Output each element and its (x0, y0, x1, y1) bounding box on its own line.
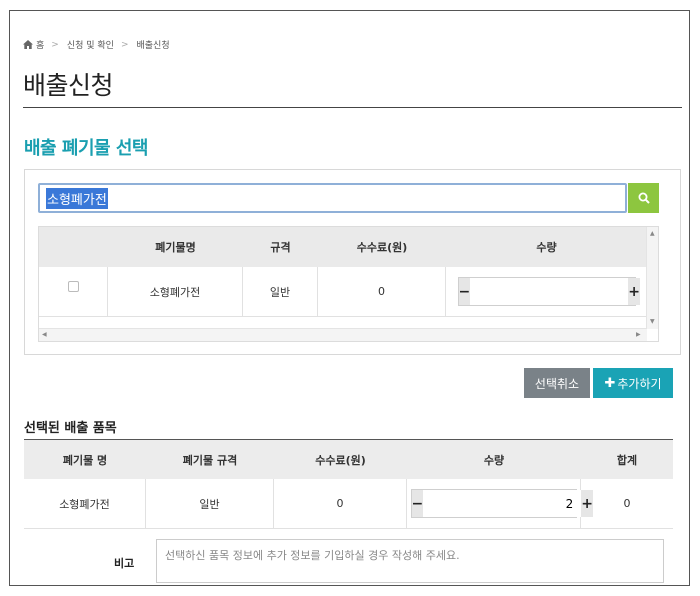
decrease-button[interactable]: − (411, 490, 424, 517)
header-total: 합계 (616, 453, 638, 467)
header-waste-spec: 폐기물 규격 (182, 453, 238, 467)
plus-icon: ✚ (604, 375, 616, 391)
home-icon[interactable] (23, 40, 33, 49)
remarks-textarea[interactable] (156, 539, 664, 583)
remarks-label: 비고 (114, 557, 135, 570)
chevron-right-icon: > (120, 39, 129, 50)
selected-items-title: 선택된 배출 품목 (24, 421, 117, 436)
decrease-button[interactable]: − (458, 278, 471, 305)
page-frame: 홈 > 신청 및 확인 > 배출신청 배출신청 배출 폐기물 선택 소형폐가전 … (9, 10, 690, 586)
header-spec: 규격 (270, 241, 291, 254)
search-button[interactable] (628, 183, 659, 213)
table-row: 소형폐가전 일반 0 − + 0 (24, 479, 673, 529)
header-quantity: 수량 (536, 241, 557, 254)
selected-items-table: 폐기물 명 폐기물 규격 수수료(원) 수량 합계 소형폐가전 일반 0 − +… (24, 439, 673, 529)
chevron-right-icon: > (51, 39, 59, 50)
header-waste-name: 폐기물 명 (62, 453, 108, 467)
scroll-down-icon[interactable]: ▼ (650, 318, 655, 325)
header-fee: 수수료(원) (356, 241, 408, 254)
breadcrumb: 홈 > 신청 및 확인 > 배출신청 (23, 38, 170, 51)
row-fee: 0 (318, 267, 446, 316)
waste-grid-header: 폐기물명 규격 수수료(원) 수량 (39, 227, 647, 267)
search-input[interactable]: 소형폐가전 (38, 183, 627, 213)
row-spec: 일반 (146, 479, 274, 528)
scroll-left-icon[interactable]: ◀ (42, 331, 47, 338)
breadcrumb-item-apply[interactable]: 신청 및 확인 (67, 38, 114, 51)
row-spec: 일반 (243, 267, 318, 316)
quantity-stepper: − + (457, 277, 640, 306)
row-total: 0 (623, 497, 631, 510)
add-button-label: 추가하기 (617, 376, 662, 391)
deselect-button[interactable]: 선택취소 (524, 368, 590, 398)
row-fee: 0 (274, 479, 407, 528)
increase-button[interactable]: + (628, 278, 640, 305)
search-input-value: 소형폐가전 (46, 187, 108, 209)
selected-table-header: 폐기물 명 폐기물 규격 수수료(원) 수량 합계 (24, 439, 673, 479)
scroll-right-icon[interactable]: ▶ (636, 331, 641, 338)
header-checkbox-column (39, 227, 108, 267)
quantity-input[interactable] (423, 490, 582, 517)
add-button[interactable]: ✚ 추가하기 (593, 368, 673, 398)
scroll-up-icon[interactable]: ▲ (650, 230, 655, 237)
breadcrumb-home[interactable]: 홈 (36, 38, 44, 51)
quantity-stepper: − + (410, 489, 593, 518)
header-quantity: 수량 (483, 453, 505, 467)
breadcrumb-item-current: 배출신청 (136, 41, 170, 51)
divider (23, 107, 682, 108)
quantity-input[interactable] (470, 278, 629, 305)
page-title: 배출신청 (23, 71, 114, 100)
section-title-waste-select: 배출 폐기물 선택 (24, 138, 148, 159)
search-icon (638, 192, 650, 204)
horizontal-scrollbar[interactable]: ◀ ▶ (39, 328, 647, 341)
header-waste-name: 폐기물명 (155, 241, 196, 254)
waste-grid: 폐기물명 규격 수수료(원) 수량 소형폐가전 일반 0 − + ▲ ▼ ◀ ▶ (38, 226, 659, 342)
row-waste-name: 소형폐가전 (24, 479, 146, 528)
row-checkbox[interactable] (67, 281, 79, 292)
header-fee: 수수료(원) (315, 453, 366, 467)
vertical-scrollbar[interactable]: ▲ ▼ (646, 227, 658, 329)
row-waste-name: 소형폐가전 (108, 267, 243, 316)
table-row: 소형폐가전 일반 0 − + (39, 267, 647, 317)
waste-picker-panel: 소형폐가전 폐기물명 규격 수수료(원) 수량 소형폐가전 일반 0 − + ▲… (24, 169, 681, 355)
